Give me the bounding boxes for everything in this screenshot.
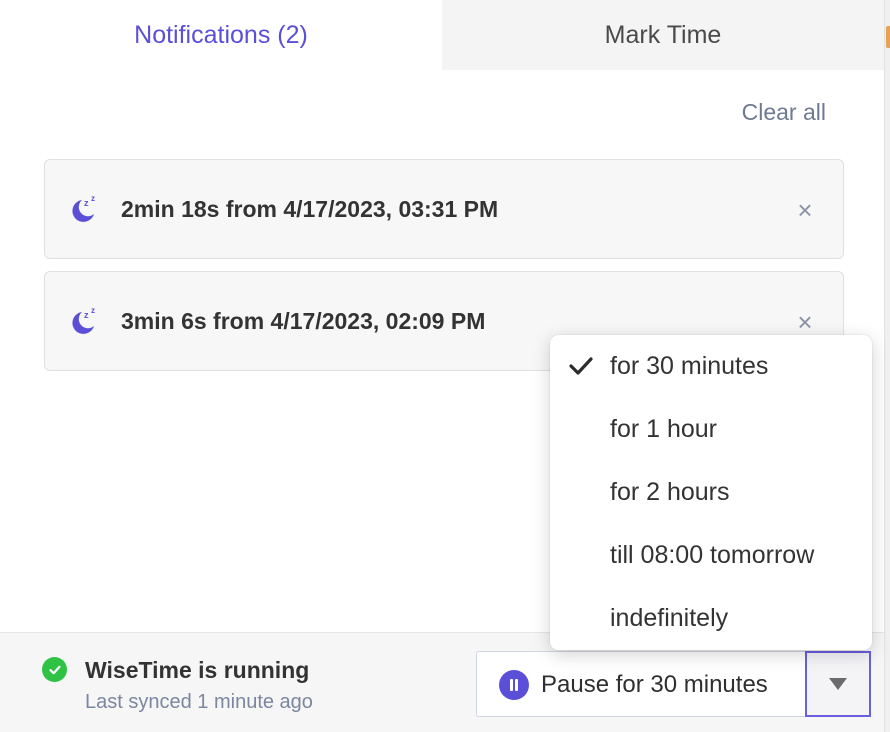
tab-notifications[interactable]: Notifications (2) <box>0 0 442 70</box>
svg-text:z: z <box>84 198 89 208</box>
menu-item-till-tomorrow[interactable]: till 08:00 tomorrow <box>550 524 872 587</box>
svg-text:z: z <box>91 306 95 315</box>
pause-button[interactable]: Pause for 30 minutes <box>476 651 806 717</box>
svg-text:z: z <box>84 310 89 320</box>
menu-item-30-minutes[interactable]: for 30 minutes <box>550 335 872 398</box>
pause-icon <box>499 670 529 700</box>
menu-item-2-hours[interactable]: for 2 hours <box>550 461 872 524</box>
menu-item-indefinitely[interactable]: indefinitely <box>550 587 872 650</box>
pause-options-dropdown-button[interactable] <box>805 651 871 717</box>
pause-options-menu: for 30 minutes for 1 hour for 2 hours ti… <box>550 335 872 650</box>
notification-text: 2min 18s from 4/17/2023, 03:31 PM <box>121 196 499 222</box>
menu-item-label: till 08:00 tomorrow <box>610 541 815 569</box>
notifications-window: Notifications (2) Mark Time Clear all z … <box>0 0 884 732</box>
sleep-moon-icon: z z <box>72 306 95 334</box>
tab-mark-time[interactable]: Mark Time <box>442 0 884 70</box>
checkmark-icon <box>569 357 593 375</box>
pause-button-label: Pause for 30 minutes <box>541 671 768 698</box>
close-icon[interactable]: × <box>791 307 819 337</box>
clear-all-button[interactable]: Clear all <box>742 99 826 126</box>
menu-item-label: for 30 minutes <box>610 352 769 380</box>
menu-item-label: for 2 hours <box>610 478 730 506</box>
notification-card: z z 2min 18s from 4/17/2023, 03:31 PM × <box>44 159 844 259</box>
sleep-moon-icon: z z <box>72 194 95 222</box>
window-edge <box>884 0 890 732</box>
tab-bar: Notifications (2) Mark Time <box>0 0 884 70</box>
menu-item-1-hour[interactable]: for 1 hour <box>550 398 872 461</box>
check-circle-icon <box>42 657 67 682</box>
close-icon[interactable]: × <box>791 195 819 225</box>
last-synced-text: Last synced 1 minute ago <box>85 691 313 713</box>
svg-text:z: z <box>91 194 95 203</box>
status-title: WiseTime is running <box>85 657 310 683</box>
menu-item-label: indefinitely <box>610 604 729 632</box>
caret-down-icon <box>829 678 847 690</box>
notification-text: 3min 6s from 4/17/2023, 02:09 PM <box>121 308 486 334</box>
edge-marker <box>886 26 890 48</box>
menu-item-label: for 1 hour <box>610 415 718 443</box>
